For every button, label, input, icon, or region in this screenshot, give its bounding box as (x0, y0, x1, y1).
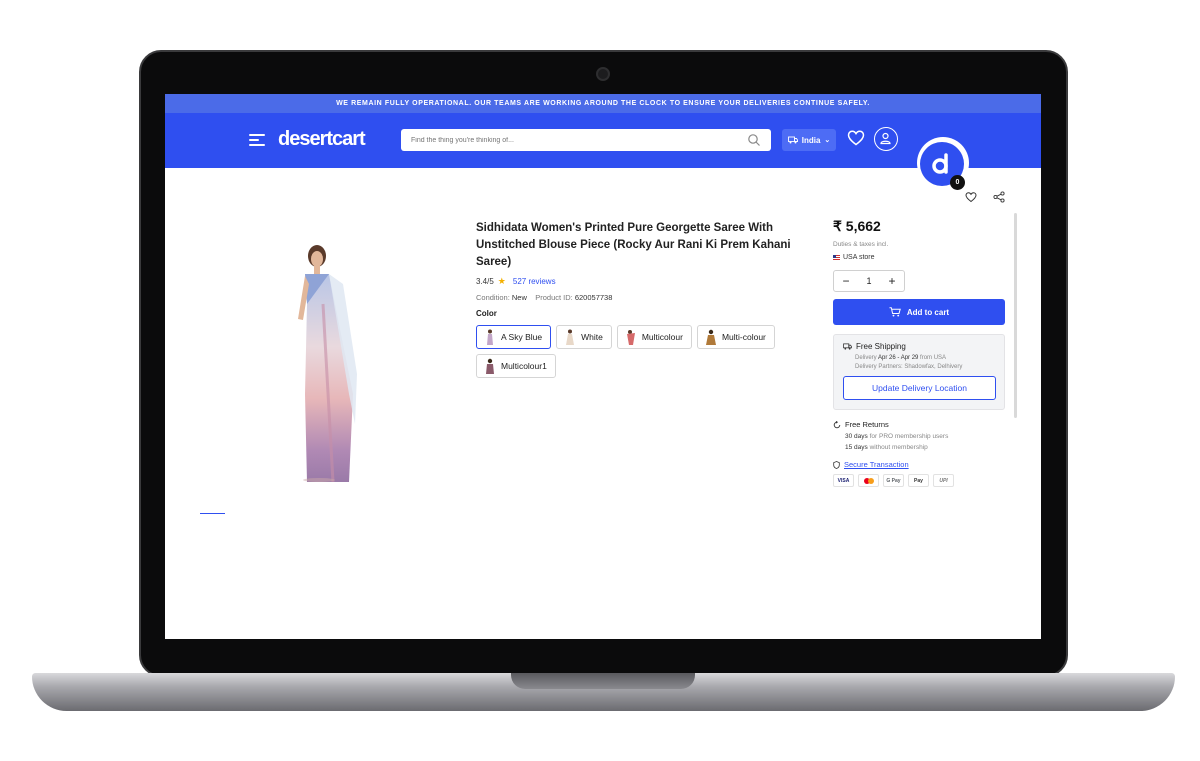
shipping-box: Free Shipping Delivery Apr 26 - Apr 29 f… (833, 334, 1005, 410)
google-pay-icon: G Pay (883, 474, 904, 487)
heart-icon[interactable] (965, 191, 977, 203)
country-label: India (801, 135, 821, 145)
returns-title: Free Returns (845, 420, 889, 429)
product-title: Sidhidata Women's Printed Pure Georgette… (476, 222, 791, 268)
site-logo[interactable]: desertcart (278, 128, 366, 151)
menu-icon[interactable] (249, 134, 265, 146)
secure-transaction-link[interactable]: Secure Transaction (844, 460, 909, 469)
returns-standard: 15 days without membership (833, 444, 1005, 451)
cart-icon (889, 307, 901, 317)
color-option-label: White (581, 332, 603, 342)
color-option-multicolour1[interactable]: Multicolour1 (476, 354, 556, 378)
wishlist-heart-icon[interactable] (846, 128, 866, 148)
image-thumbnail-indicator[interactable] (200, 513, 225, 514)
payment-methods: VISA G Pay Pay UPI (833, 474, 1005, 487)
product-meta: Condition: New Product ID: 620057738 (476, 293, 612, 302)
returns-pro-text: for PRO membership users (869, 433, 949, 440)
store-label: USA store (843, 254, 875, 261)
duties-note: Duties & taxes incl. (833, 241, 889, 248)
delivery-label: Delivery (855, 355, 877, 361)
shield-icon (833, 460, 840, 469)
color-thumbnail (486, 358, 494, 374)
search-bar (401, 129, 771, 152)
condition-label: Condition: (476, 293, 510, 302)
condition-value: New (511, 293, 527, 302)
store-origin: USA store (833, 254, 1005, 261)
color-option-white[interactable]: White (556, 325, 612, 349)
us-flag-icon (833, 255, 840, 260)
color-option-multi-colour[interactable]: Multi-colour (696, 325, 775, 349)
rating-value: 3.4/5 (476, 277, 494, 286)
color-options: A Sky Blue White Multicolour Multi-colou… (476, 325, 806, 378)
shipping-title-row: Free Shipping (843, 342, 995, 351)
color-option-label: Multi-colour (721, 332, 766, 342)
returns-std-text: without membership (869, 444, 928, 451)
mastercard-icon (858, 474, 879, 487)
star-icon: ★ (497, 276, 506, 286)
country-selector[interactable]: India ⌄ (782, 129, 836, 151)
add-to-cart-label: Add to cart (906, 307, 950, 317)
color-thumbnail (487, 329, 493, 345)
upi-icon: UPI (933, 474, 954, 487)
returns-std-days: 15 days (845, 444, 868, 451)
increase-quantity-button[interactable]: + (888, 274, 895, 288)
screen: WE REMAIN FULLY OPERATIONAL. OUR TEAMS A… (165, 94, 1041, 639)
color-option-a-sky-blue[interactable]: A Sky Blue (476, 325, 552, 349)
camera (596, 67, 610, 81)
site-header: desertcart India ⌄ (165, 113, 1041, 168)
announcement-banner: WE REMAIN FULLY OPERATIONAL. OUR TEAMS A… (165, 94, 1041, 113)
purchase-panel: ₹ 5,662 Duties & taxes incl. USA store −… (833, 218, 1005, 487)
share-icon[interactable] (993, 191, 1005, 203)
reviews-link[interactable]: 527 reviews (513, 277, 556, 286)
laptop-notch (511, 673, 695, 689)
search-input[interactable] (401, 129, 731, 152)
visa-icon: VISA (833, 474, 854, 487)
truck-icon (787, 136, 798, 144)
product-id-label: Product ID: (535, 293, 573, 302)
shipping-title: Free Shipping (856, 342, 906, 351)
color-option-multicolour[interactable]: Multicolour (616, 325, 692, 349)
chevron-down-icon: ⌄ (824, 137, 831, 144)
product-id-value: 620057738 (574, 293, 613, 302)
truck-icon (843, 343, 852, 350)
update-delivery-location-button[interactable]: Update Delivery Location (843, 376, 996, 400)
account-button[interactable] (874, 127, 898, 151)
returns-title-row: Free Returns (833, 420, 1005, 429)
add-to-cart-button[interactable]: Add to cart (833, 299, 1005, 325)
product-page: Sidhidata Women's Printed Pure Georgette… (165, 168, 1041, 639)
user-icon (880, 132, 891, 145)
product-image[interactable] (293, 244, 359, 482)
color-label: Color (476, 309, 497, 318)
color-option-label: A Sky Blue (501, 332, 543, 342)
product-rating: 3.4/5 ★ 527 reviews (476, 276, 556, 287)
delivery-dates: Apr 26 - Apr 29 (878, 355, 919, 361)
delivery-partners: Delivery Partners: Shadowfax, Delhivery (855, 364, 963, 370)
color-thumbnail (705, 329, 716, 345)
returns-pro: 30 days for PRO membership users (833, 433, 1005, 440)
delivery-from: from USA (920, 355, 947, 361)
apple-pay-icon: Pay (908, 474, 929, 487)
panel-scrollbar[interactable] (1014, 213, 1017, 418)
price: ₹ 5,662 (833, 218, 881, 234)
color-thumbnail (626, 330, 635, 345)
quantity-stepper: − 1 + (833, 270, 905, 292)
color-option-label: Multicolour1 (501, 361, 547, 371)
secure-transaction-row: Secure Transaction (833, 460, 1005, 469)
search-icon[interactable] (747, 133, 761, 147)
color-thumbnail (566, 329, 575, 345)
decrease-quantity-button[interactable]: − (842, 274, 849, 288)
return-arrow-icon (833, 420, 841, 428)
delivery-estimate: Delivery Apr 26 - Apr 29 from USA (843, 355, 995, 361)
quantity-value: 1 (866, 276, 872, 286)
color-option-label: Multicolour (641, 332, 683, 342)
returns-pro-days: 30 days (845, 433, 868, 440)
